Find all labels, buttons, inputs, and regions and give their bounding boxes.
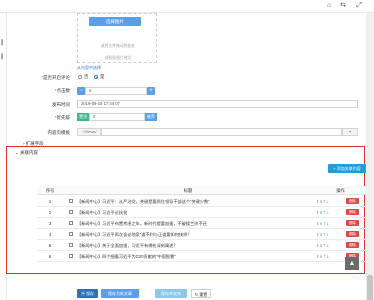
add-related-content-button[interactable]: + 添加关联内容 — [328, 164, 366, 173]
upload-hint-drag: 或将文件拖动到此处 — [100, 44, 136, 48]
link-icon: ⚭ — [348, 129, 352, 134]
publish-time-input[interactable]: 2019-09-16 17:44:07 — [77, 100, 358, 108]
row-title: 【新闻中心】四个细看习近平为G20贡献的“中国智慧” — [77, 254, 176, 259]
row-title: 【新闻中心】习近平再次谈论地泉“道不利与正道要如何抉择？ — [77, 232, 192, 237]
nav-icon[interactable]: ▎ — [1, 41, 6, 46]
clicks-decrement-button[interactable]: − — [77, 87, 85, 95]
priority-recommend-button[interactable]: 推荐 — [145, 113, 157, 121]
priority-label: *优先级 — [54, 115, 70, 120]
priority-input[interactable]: 0 — [89, 113, 145, 121]
row-sort-icons[interactable]: ⇞⇟⇡⇣ — [316, 254, 329, 259]
row-delete-button[interactable]: 删除 — [346, 198, 359, 204]
row-title: 【新闻中心】习近平论扶贫 — [77, 210, 128, 215]
row-checkbox[interactable] — [69, 243, 73, 247]
arrow-up-icon: ▲ — [348, 260, 356, 267]
table-row: 1 【新闻中心】习近平：从严治党，关键是要抓住领导干部这个“关键少数” ⇞⇟⇡⇣… — [37, 196, 368, 207]
row-title: 【新闻中心】关于全面加强，习近平有哪些深刻阐述？ — [77, 243, 178, 248]
upload-hint-url: 或粘贴图片地址 — [104, 56, 132, 60]
row-delete-button[interactable]: 删除 — [346, 242, 359, 248]
row-delete-button[interactable]: 删除 — [346, 231, 359, 237]
row-no: 4 — [48, 232, 52, 237]
allow-comment-label: *是否开启评论 — [41, 75, 70, 80]
template-label: 内容页模板 — [47, 130, 71, 135]
choose-image-button[interactable]: 选择图片 — [89, 17, 141, 26]
row-checkbox[interactable] — [69, 254, 73, 258]
table-row: 4 【新闻中心】习近平再次谈论地泉“道不利与正道要如何抉择？ ⇞⇟⇡⇣ 删除 — [37, 229, 368, 240]
template-input[interactable] — [101, 128, 342, 136]
scrollbar-thumb[interactable] — [367, 275, 373, 300]
row-sort-icons[interactable]: ⇞⇟⇡⇣ — [316, 210, 329, 215]
row-sort-icons[interactable]: ⇞⇟⇡⇣ — [316, 199, 329, 204]
choose-from-library-link[interactable]: 从内容中选择 — [77, 65, 101, 71]
row-no: 1 — [48, 199, 52, 204]
clicks-increment-button[interactable]: + — [147, 87, 155, 95]
related-content-toggle[interactable]: ⌄ 关联内容 — [15, 150, 38, 156]
related-content-title: 关联内容 — [20, 150, 39, 155]
clicks-label: *点击数 — [54, 88, 70, 93]
image-upload-area[interactable]: 选择图片 或将文件拖动到此处 或粘贴图片地址 — [77, 13, 157, 63]
save-publish-label: 保存并发布 — [161, 291, 181, 296]
col-header-no: 序号 — [37, 186, 63, 195]
save-button[interactable]: ▣ 保存 — [77, 289, 98, 298]
top-bar: ⌂ ⇆ ⤢ — [0, 0, 374, 13]
reset-button[interactable]: ↻ 重置 — [191, 289, 211, 298]
template-select-button[interactable]: ⚭ — [342, 128, 358, 136]
row-checkbox[interactable] — [69, 221, 73, 225]
add-related-label: 添加关联内容 — [336, 166, 361, 171]
table-row: 2 【新闻中心】习近平论扶贫 ⇞⇟⇡⇣ 删除 — [37, 207, 368, 218]
save-label: 保存 — [86, 291, 95, 296]
reset-label: 重置 — [199, 292, 208, 297]
allow-comment-yes-label: 是 — [100, 74, 105, 79]
row-delete-button[interactable]: 删除 — [346, 209, 359, 215]
publish-time-label: 发布时间 — [52, 102, 70, 107]
row-sort-icons[interactable]: ⇞⇟⇡⇣ — [316, 232, 329, 237]
table-row: 6 【新闻中心】四个细看习近平为G20贡献的“中国智慧” ⇞⇟⇡⇣ 删除 — [37, 251, 368, 262]
row-delete-button[interactable]: 删除 — [346, 220, 359, 226]
share-icon[interactable]: ⇆ — [339, 2, 347, 10]
save-as-new-button[interactable]: 保存为新文章 — [101, 289, 139, 298]
chevron-down-icon: ⌄ — [15, 150, 19, 155]
allow-comment-no-radio[interactable] — [78, 75, 82, 79]
row-no: 3 — [48, 221, 52, 226]
allow-comment-no-label: 否 — [84, 74, 89, 79]
nav-icon[interactable]: ▎ — [1, 55, 6, 60]
table-row: 3 【新闻中心】习近平布置考虑之年，新时代提要加速，不破楼兰终不还 ⇞⇟⇡⇣ 删… — [37, 218, 368, 229]
save-icon: ▣ — [80, 291, 85, 296]
row-title: 【新闻中心】习近平布置考虑之年，新时代提要加速，不破楼兰终不还 — [77, 221, 207, 226]
row-sort-icons[interactable]: ⇞⇟⇡⇣ — [316, 221, 329, 226]
template-prefix: ~/Views/ — [77, 128, 101, 136]
allow-comment-yes-radio[interactable] — [94, 75, 98, 79]
row-checkbox[interactable] — [69, 210, 73, 214]
row-no: 6 — [48, 254, 52, 259]
home-icon[interactable]: ⌂ — [325, 2, 333, 10]
row-no: 2 — [48, 210, 52, 215]
priority-top-button[interactable]: 置顶 — [77, 113, 89, 121]
row-no: 5 — [48, 243, 52, 248]
col-header-actions: 操作 — [313, 186, 368, 195]
row-sort-icons[interactable]: ⇞⇟⇡⇣ — [316, 243, 329, 248]
plus-icon: + — [333, 166, 336, 171]
table-row: 5 【新闻中心】关于全面加强，习近平有哪些深刻阐述？ ⇞⇟⇡⇣ 删除 — [37, 240, 368, 251]
page-scrollbar[interactable] — [366, 13, 374, 300]
clicks-input[interactable]: 0 — [85, 87, 147, 95]
save-publish-button[interactable]: 保存并发布 — [155, 289, 187, 298]
related-content-panel: ⌄ 关联内容 + 添加关联内容 序号 标题 操作 1 【新闻中心】习近平：从严治… — [6, 146, 368, 274]
col-header-title: 标题 — [63, 186, 313, 195]
row-title: 【新闻中心】习近平：从严治党，关键是要抓住领导干部这个“关键少数” — [77, 199, 210, 204]
save-as-new-label: 保存为新文章 — [108, 291, 132, 296]
row-checkbox[interactable] — [69, 232, 73, 236]
expand-icon[interactable]: ⤢ — [355, 2, 363, 10]
refresh-icon: ↻ — [194, 292, 199, 297]
row-checkbox[interactable] — [69, 199, 73, 203]
back-to-top-button[interactable]: ▲ — [345, 257, 359, 270]
